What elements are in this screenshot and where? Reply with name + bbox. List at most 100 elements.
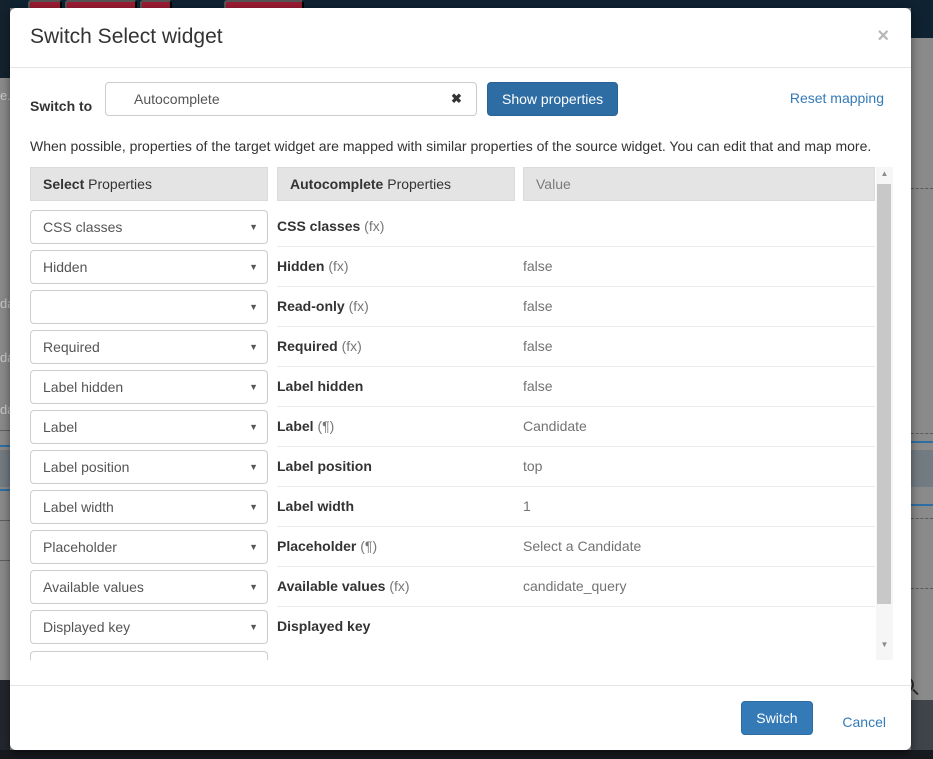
background-fragment: da — [0, 296, 10, 311]
switch-button[interactable]: Switch — [741, 701, 812, 735]
source-property-select[interactable]: Hidden ▼ — [30, 250, 268, 284]
property-row: Available values▼ Available values (fx)ca… — [30, 567, 893, 607]
chevron-down-icon: ▼ — [249, 251, 258, 283]
target-properties-header: Autocomplete Properties — [277, 167, 515, 201]
source-property-select[interactable]: CSS classes ▼ — [30, 210, 268, 244]
target-property-name: Hidden (fx) — [277, 247, 523, 287]
chevron-down-icon: ▼ — [249, 491, 258, 523]
selected-option-label: Displayed key — [43, 619, 130, 635]
source-property-select[interactable]: Required▼ — [30, 330, 268, 364]
cancel-link[interactable]: Cancel — [842, 714, 886, 730]
property-value: false — [523, 247, 875, 287]
chevron-down-icon: ▼ — [249, 451, 258, 483]
source-property-select[interactable]: Label ▼ — [30, 410, 268, 444]
chevron-down-icon: ▼ — [249, 371, 258, 403]
clipped-next-select — [30, 651, 268, 660]
target-property-name: Displayed key — [277, 607, 523, 647]
switch-to-row: Switch to ✖ Show properties Reset mappin… — [10, 68, 911, 124]
source-property-select[interactable]: Placeholder ▼ — [30, 530, 268, 564]
dialog-header: Switch Select widget × — [10, 8, 911, 68]
background-divider — [0, 489, 10, 491]
scrollbar-down-icon[interactable]: ▼ — [879, 640, 890, 649]
selected-option-label: CSS classes — [43, 219, 122, 235]
property-row: Label▼Label (¶)Candidate — [30, 407, 893, 447]
source-property-select[interactable]: Displayed key ▼ — [30, 610, 268, 644]
reset-mapping-link[interactable]: Reset mapping — [790, 90, 884, 106]
mapping-description: When possible, properties of the target … — [30, 138, 891, 154]
top-navigation-bar-left — [0, 0, 10, 78]
target-property-name: Label (¶) — [277, 407, 523, 447]
close-icon[interactable]: × — [877, 26, 889, 46]
background-divider — [0, 520, 10, 521]
chevron-down-icon: ▼ — [249, 411, 258, 443]
background-fragment: da — [0, 350, 10, 365]
selected-option-label: Label — [43, 419, 77, 435]
bottom-bar — [0, 750, 933, 759]
property-value: 1 — [523, 487, 875, 527]
target-property-name: Required (fx) — [277, 327, 523, 367]
chevron-down-icon: ▼ — [249, 531, 258, 563]
source-property-select[interactable]: ▼ — [30, 290, 268, 324]
switch-widget-dialog: Switch Select widget × Switch to ✖ Show … — [10, 8, 911, 750]
property-value: Select a Candidate — [523, 527, 875, 567]
property-value: candidate_query — [523, 567, 875, 607]
selected-option-label: Label width — [43, 499, 114, 515]
source-property-select[interactable]: Label position ▼ — [30, 450, 268, 484]
background-divider — [0, 560, 10, 561]
background-divider — [911, 188, 933, 189]
target-property-name: Label width — [277, 487, 523, 527]
top-navigation-bar-right — [911, 0, 933, 38]
selected-option-label: Placeholder — [43, 539, 117, 555]
target-property-name: CSS classes (fx) — [277, 207, 523, 247]
selected-option-label: Available values — [43, 579, 144, 595]
chevron-down-icon: ▼ — [249, 291, 258, 323]
source-property-select[interactable]: Available values▼ — [30, 570, 268, 604]
property-value — [523, 607, 875, 647]
scrollbar-thumb[interactable] — [877, 184, 891, 604]
clear-input-icon[interactable]: ✖ — [451, 91, 462, 107]
background-fragment: e. — [0, 88, 10, 103]
value-header: Value — [523, 167, 875, 201]
property-row: ▼Read-only (fx)false — [30, 287, 893, 327]
selected-option-label: Hidden — [43, 259, 87, 275]
source-properties-header: Select Properties — [30, 167, 268, 201]
selected-option-label: Label position — [43, 459, 129, 475]
background-divider — [911, 433, 933, 434]
background-divider — [0, 430, 10, 431]
property-row: Placeholder ▼ Placeholder (¶)Select a Cand… — [30, 527, 893, 567]
property-row: Label width▼Label width1 — [30, 487, 893, 527]
chevron-down-icon: ▼ — [249, 331, 258, 363]
property-value: top — [523, 447, 875, 487]
background-divider — [0, 445, 10, 447]
property-value: false — [523, 327, 875, 367]
property-rows: CSS classes▼CSS classes (fx)Hidden▼Hidde… — [30, 207, 893, 647]
property-row: Hidden ▼ Hidden (fx)false — [30, 247, 893, 287]
property-row: Required▼ Required (fx)false — [30, 327, 893, 367]
target-property-name: Available values (fx) — [277, 567, 523, 607]
background-fragment: da — [0, 402, 10, 417]
chevron-down-icon: ▼ — [249, 611, 258, 643]
background-block — [911, 700, 933, 750]
scrollbar-up-icon[interactable]: ▲ — [879, 169, 890, 178]
table-header-row: Select Properties Autocomplete Propertie… — [30, 167, 893, 201]
property-row: CSS classes ▼ CSS classes (fx) — [30, 207, 893, 247]
chevron-down-icon: ▼ — [249, 211, 258, 243]
background-band — [911, 450, 933, 487]
property-value — [523, 207, 875, 247]
switch-to-label: Switch to — [30, 98, 92, 114]
selected-option-label: Label hidden — [43, 379, 123, 395]
show-properties-button[interactable]: Show properties — [487, 82, 618, 116]
target-property-name: Placeholder (¶) — [277, 527, 523, 567]
target-property-name: Label position — [277, 447, 523, 487]
dialog-footer: Switch Cancel — [10, 685, 911, 750]
property-row: Displayed key ▼ Displayed key — [30, 607, 893, 647]
background-block — [0, 680, 10, 750]
source-property-select[interactable]: Label hidden ▼ — [30, 370, 268, 404]
property-row: Label hidden▼Label hiddenfalse — [30, 367, 893, 407]
target-property-name: Read-only (fx) — [277, 287, 523, 327]
target-widget-input[interactable] — [105, 82, 477, 116]
source-property-select[interactable]: Label width ▼ — [30, 490, 268, 524]
background-divider — [911, 518, 933, 519]
dialog-title: Switch Select widget — [30, 25, 886, 49]
background-divider — [911, 588, 933, 589]
